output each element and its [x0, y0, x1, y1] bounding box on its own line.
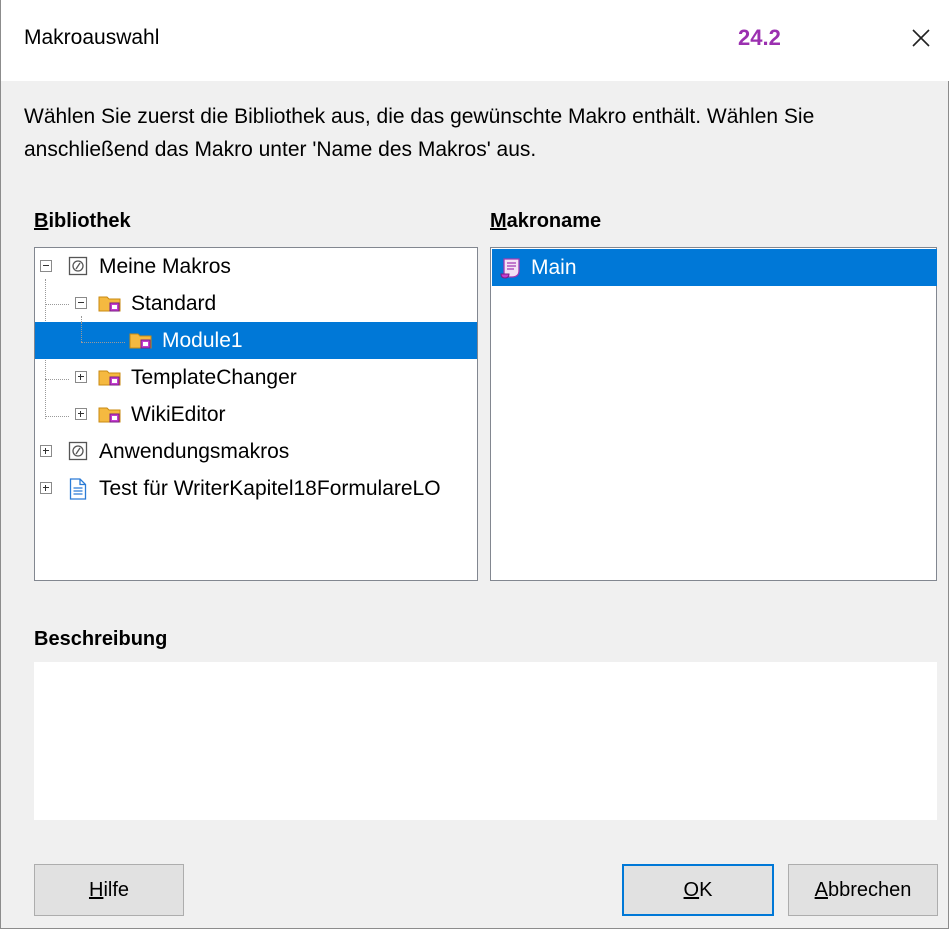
help-button[interactable]: Hilfe [34, 864, 184, 916]
tree-item-label: Module1 [162, 329, 243, 352]
collapse-toggle-icon[interactable] [40, 260, 52, 272]
macro-container-icon [68, 441, 88, 461]
close-button[interactable] [901, 18, 941, 58]
tree-item-label: TemplateChanger [131, 366, 297, 389]
tree-item-label: Standard [131, 292, 217, 315]
library-folder-icon [98, 407, 121, 423]
module-folder-icon [129, 333, 152, 349]
instruction-text: Wählen Sie zuerst die Bibliothek aus, di… [24, 105, 815, 161]
tree-item-meine-makros[interactable]: Meine Makros [35, 248, 477, 285]
cancel-button[interactable]: Abbrechen [788, 864, 938, 916]
expand-toggle-icon[interactable] [75, 371, 87, 383]
library-label: Bibliothek [34, 210, 131, 232]
tree-item-anwendungsmakros[interactable]: Anwendungsmakros [35, 433, 477, 470]
tree-item-wikieditor[interactable]: WikiEditor [35, 396, 477, 433]
tree-item-document[interactable]: Test für WriterKapitel18FormulareLO [35, 470, 477, 507]
expand-toggle-icon[interactable] [75, 408, 87, 420]
ok-button[interactable]: OK [622, 864, 774, 916]
tree-item-label: Test für WriterKapitel18FormulareLO [99, 477, 441, 500]
tree-item-label: Anwendungsmakros [99, 440, 290, 463]
macro-container-icon [68, 256, 88, 276]
library-tree[interactable]: Meine Makros Standard Module1 TemplateCh… [34, 247, 478, 581]
library-folder-icon [98, 370, 121, 386]
tree-item-label: Meine Makros [99, 255, 231, 278]
macro-item-label: Main [531, 256, 577, 279]
document-icon [69, 478, 87, 500]
tree-item-standard[interactable]: Standard [35, 285, 477, 322]
macro-name-label: Makroname [490, 210, 602, 232]
macro-item-main[interactable]: Main [492, 249, 937, 286]
expand-toggle-icon[interactable] [40, 482, 52, 494]
dialog-window: Makroauswahl 24.2 Wählen Sie zuerst die … [0, 0, 949, 929]
tree-item-templatechanger[interactable]: TemplateChanger [35, 359, 477, 396]
description-label: Beschreibung [34, 628, 168, 650]
expand-toggle-icon[interactable] [40, 445, 52, 457]
close-icon [912, 29, 930, 47]
tree-item-module1[interactable]: Module1 [35, 322, 477, 359]
collapse-toggle-icon[interactable] [75, 297, 87, 309]
macro-name-list[interactable]: Main [490, 247, 937, 581]
title-bar: Makroauswahl 24.2 [1, 0, 949, 81]
library-folder-icon [98, 296, 121, 312]
version-badge: 24.2 [738, 25, 781, 50]
description-box [34, 662, 937, 820]
macro-script-icon [500, 258, 520, 279]
dialog-title: Makroauswahl [24, 26, 160, 49]
tree-item-label: WikiEditor [131, 403, 226, 426]
